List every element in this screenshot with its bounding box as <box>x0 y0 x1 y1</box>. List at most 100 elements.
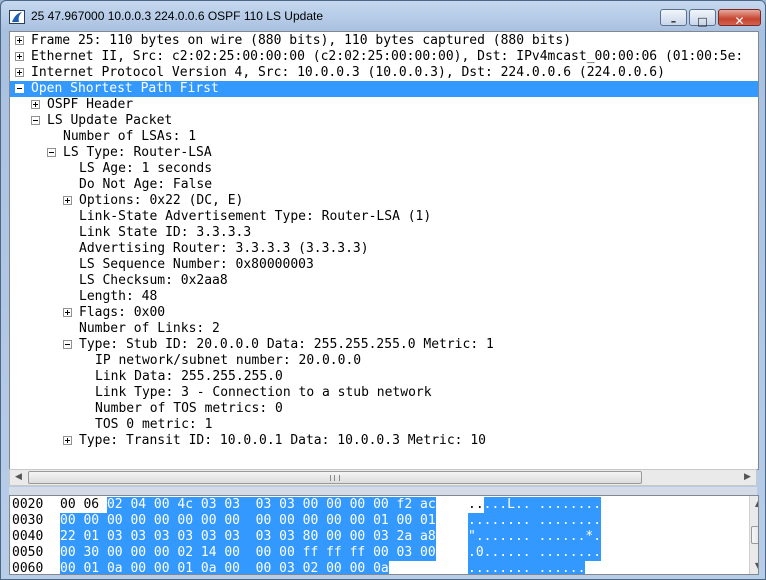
packet-bytes-pane[interactable]: 0060 00 01 0a 00 00 01 0a 00 00 03 02 00 … <box>9 495 759 575</box>
ascii-bytes-selected[interactable]: .0...... ........ <box>468 545 602 561</box>
close-button[interactable]: ✕ <box>718 9 761 28</box>
tree-row[interactable]: Advertising Router: 3.3.3.3 (3.3.3.3) <box>10 241 758 257</box>
expand-plus-icon[interactable] <box>63 308 72 317</box>
tree-row[interactable]: LS Type: Router-LSA <box>10 145 758 161</box>
tree-row-label: OSPF Header <box>47 97 134 112</box>
ascii-bytes-selected[interactable]: ........ ...... <box>468 561 586 574</box>
tree-row-label: LS Type: Router-LSA <box>63 145 212 160</box>
hex-row[interactable]: 0060 00 01 0a 00 00 01 0a 00 00 03 02 00 … <box>10 561 746 574</box>
close-icon: ✕ <box>734 14 745 28</box>
hex-row[interactable]: 0050 00 30 00 00 00 02 14 00 00 00 ff ff … <box>10 545 746 561</box>
tree-row[interactable]: Number of Links: 2 <box>10 321 758 337</box>
ascii-bytes-selected[interactable]: "....... ......*. <box>468 529 602 545</box>
tree-row[interactable]: Internet Protocol Version 4, Src: 10.0.0… <box>10 65 758 81</box>
tree-row[interactable]: Type: Transit ID: 10.0.0.1 Data: 10.0.0.… <box>10 433 758 449</box>
title-bar[interactable]: 25 47.967000 10.0.0.3 224.0.0.6 OSPF 110… <box>1 1 765 31</box>
hex-bytes-selected[interactable]: 00 00 00 00 00 00 00 00 00 00 00 00 00 0… <box>60 513 436 529</box>
scroll-down-icon[interactable]: ▼ <box>750 558 758 574</box>
vertical-scrollbar[interactable]: ▲ ▼ <box>749 496 758 574</box>
tree-row[interactable]: Number of LSAs: 1 <box>10 129 758 145</box>
packet-details-tree[interactable]: Frame 25: 110 bytes on wire (880 bits), … <box>9 31 759 470</box>
hex-row[interactable]: 0030 00 00 00 00 00 00 00 00 00 00 00 00 … <box>10 513 746 529</box>
hex-row[interactable]: 0020 00 06 02 04 00 4c 03 03 03 03 00 00 … <box>10 497 746 513</box>
wireshark-fin-icon <box>9 10 25 24</box>
tree-row-label: Link Data: 255.255.255.0 <box>95 369 283 384</box>
vertical-scroll-thumb[interactable] <box>751 526 758 544</box>
tree-row-label: LS Sequence Number: 0x80000003 <box>79 257 314 272</box>
hex-bytes-selected[interactable]: 00 30 00 00 00 02 14 00 00 00 ff ff ff 0… <box>60 545 436 561</box>
tree-row-label: Link State ID: 3.3.3.3 <box>79 225 252 240</box>
tree-row[interactable]: LS Update Packet <box>10 113 758 129</box>
horizontal-scroll-thumb[interactable] <box>28 471 642 484</box>
tree-row[interactable]: Ethernet II, Src: c2:02:25:00:00:00 (c2:… <box>10 49 758 65</box>
tree-row[interactable]: Do Not Age: False <box>10 177 758 193</box>
tree-row-label: TOS 0 metric: 1 <box>95 417 213 432</box>
pane-splitter[interactable] <box>9 487 757 495</box>
minimize-button[interactable]: – <box>660 9 687 28</box>
tree-row[interactable]: Link-State Advertisement Type: Router-LS… <box>10 209 758 225</box>
collapse-minus-icon[interactable] <box>31 116 40 125</box>
scroll-up-icon[interactable]: ▲ <box>750 496 758 512</box>
tree-row-label: Advertising Router: 3.3.3.3 (3.3.3.3) <box>79 241 369 256</box>
tree-row[interactable]: Flags: 0x00 <box>10 305 758 321</box>
tree-row-label: LS Age: 1 seconds <box>79 161 213 176</box>
ascii-bytes[interactable]: .. <box>468 497 484 513</box>
tree-row-label: LS Checksum: 0x2aa8 <box>79 273 228 288</box>
tree-row[interactable]: Link State ID: 3.3.3.3 <box>10 225 758 241</box>
expand-plus-icon[interactable] <box>15 36 24 45</box>
tree-row-label: Flags: 0x00 <box>79 305 166 320</box>
scroll-left-icon[interactable]: ◀ <box>10 470 27 485</box>
tree-row[interactable]: OSPF Header <box>10 97 758 113</box>
tree-row[interactable]: Link Data: 255.255.255.0 <box>10 369 758 385</box>
tree-row[interactable]: LS Sequence Number: 0x80000003 <box>10 257 758 273</box>
scroll-right-icon[interactable]: ▶ <box>739 470 756 485</box>
ascii-bytes-selected[interactable]: ...L.. ........ <box>483 497 602 513</box>
tree-row-label: Frame 25: 110 bytes on wire (880 bits), … <box>31 33 572 48</box>
tree-row[interactable]: Options: 0x22 (DC, E) <box>10 193 758 209</box>
collapse-minus-icon[interactable] <box>47 148 56 157</box>
hex-bytes[interactable]: 00 06 <box>60 497 107 513</box>
tree-row[interactable]: Frame 25: 110 bytes on wire (880 bits), … <box>10 33 758 49</box>
hex-offset: 0050 <box>12 545 44 560</box>
hex-offset: 0020 <box>12 497 44 512</box>
tree-row-label: Number of TOS metrics: 0 <box>95 401 283 416</box>
tree-row-label: Type: Transit ID: 10.0.0.1 Data: 10.0.0.… <box>79 433 486 448</box>
tree-row[interactable]: Length: 48 <box>10 289 758 305</box>
tree-row[interactable]: IP network/subnet number: 20.0.0.0 <box>10 353 758 369</box>
expand-plus-icon[interactable] <box>63 196 72 205</box>
tree-row-label: Options: 0x22 (DC, E) <box>79 193 244 208</box>
expand-plus-icon[interactable] <box>31 100 40 109</box>
tree-row-label: Ethernet II, Src: c2:02:25:00:00:00 (c2:… <box>31 49 744 64</box>
horizontal-scrollbar[interactable]: ◀ ▶ <box>9 469 757 486</box>
tree-row[interactable]: LS Checksum: 0x2aa8 <box>10 273 758 289</box>
maximize-button[interactable]: □ <box>689 9 716 28</box>
tree-row[interactable]: Link Type: 3 - Connection to a stub netw… <box>10 385 758 401</box>
grip-icon <box>330 475 340 481</box>
tree-row-label: Link-State Advertisement Type: Router-LS… <box>79 209 432 224</box>
expand-plus-icon[interactable] <box>15 68 24 77</box>
tree-row[interactable]: Number of TOS metrics: 0 <box>10 401 758 417</box>
tree-row-label: LS Update Packet <box>47 113 173 128</box>
hex-row[interactable]: 0040 22 01 03 03 03 03 03 03 03 03 80 00 … <box>10 529 746 545</box>
tree-row-label: Type: Stub ID: 20.0.0.0 Data: 255.255.25… <box>79 337 494 352</box>
hex-bytes-selected[interactable]: 00 01 0a 00 00 01 0a 00 00 03 02 00 00 0… <box>60 561 389 574</box>
ascii-bytes-selected[interactable]: ........ ........ <box>468 513 602 529</box>
tree-row[interactable]: LS Age: 1 seconds <box>10 161 758 177</box>
tree-row-label: Number of LSAs: 1 <box>63 129 197 144</box>
hex-offset: 0040 <box>12 529 44 544</box>
expand-plus-icon[interactable] <box>15 52 24 61</box>
tree-row[interactable]: Open Shortest Path First <box>10 81 758 97</box>
wireshark-packet-window: 25 47.967000 10.0.0.3 224.0.0.6 OSPF 110… <box>0 0 766 580</box>
tree-row-label: Length: 48 <box>79 289 158 304</box>
tree-row-label: Open Shortest Path First <box>31 81 219 96</box>
tree-row[interactable]: TOS 0 metric: 1 <box>10 417 758 433</box>
collapse-minus-icon[interactable] <box>15 84 24 93</box>
tree-row[interactable]: Type: Stub ID: 20.0.0.0 Data: 255.255.25… <box>10 337 758 353</box>
hex-bytes-selected[interactable]: 02 04 00 4c 03 03 03 03 00 00 00 00 f2 a… <box>106 497 436 513</box>
minimize-icon: – <box>670 15 677 28</box>
hex-bytes-selected[interactable]: 22 01 03 03 03 03 03 03 03 03 80 00 00 0… <box>60 529 436 545</box>
maximize-icon: □ <box>697 15 708 28</box>
window-title: 25 47.967000 10.0.0.3 224.0.0.6 OSPF 110… <box>31 9 324 23</box>
expand-plus-icon[interactable] <box>63 436 72 445</box>
collapse-minus-icon[interactable] <box>63 340 72 349</box>
